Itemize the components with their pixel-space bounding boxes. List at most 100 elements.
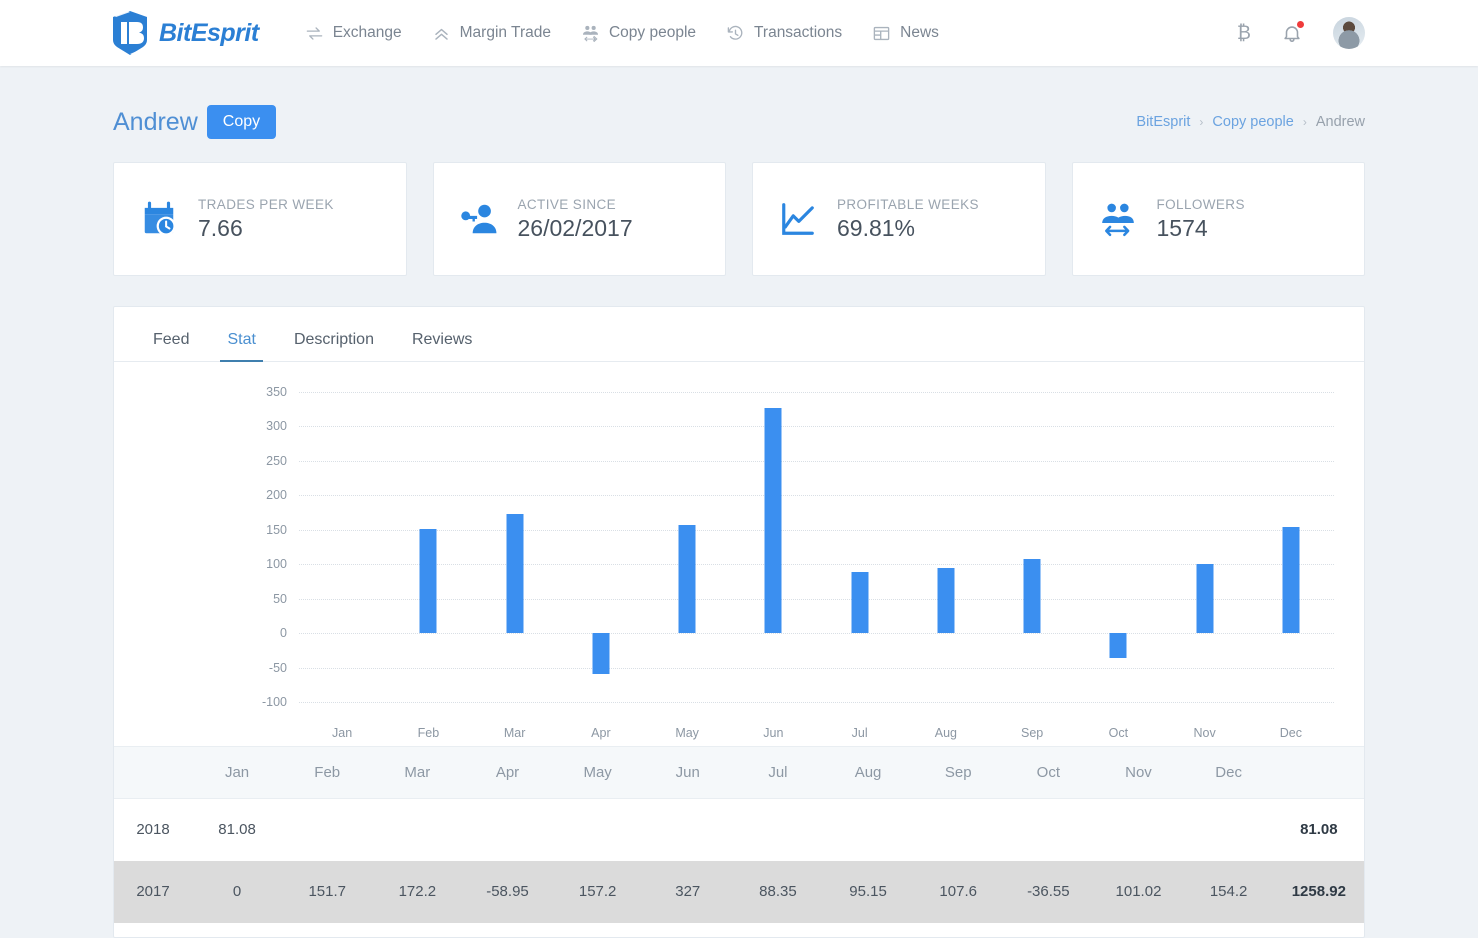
table-header-cell: Apr	[462, 746, 553, 799]
chart-gridline	[299, 633, 1334, 635]
copy-button[interactable]: Copy	[206, 105, 277, 139]
table-header-cell: Feb	[282, 746, 373, 799]
chart-bar[interactable]	[1282, 526, 1300, 634]
copy-people-icon	[582, 25, 598, 42]
chart-y-axis-tick: 350	[266, 385, 287, 399]
table-header-cell: Jan	[192, 746, 283, 799]
followers-icon	[1101, 203, 1134, 237]
stat-card-trades-per-week: TRADES PER WEEK 7.66	[113, 162, 407, 276]
nav-item-transactions[interactable]: Transactions	[726, 24, 842, 43]
avatar[interactable]	[1333, 17, 1365, 49]
nav-item-label: Transactions	[754, 24, 843, 41]
page-title: Andrew	[113, 107, 198, 136]
table-cell: -58.95	[462, 860, 553, 923]
chart-y-axis-tick: 0	[280, 626, 287, 641]
tab-feed[interactable]: Feed	[134, 332, 208, 361]
table-cell: 157.2	[552, 860, 643, 923]
nav-item-label: News	[900, 24, 939, 41]
chart-y-axis-tick: -100	[261, 695, 287, 709]
stat-card-value: 26/02/2017	[517, 214, 633, 241]
tab-stat[interactable]: Stat	[208, 332, 274, 362]
stats-panel: Feed Stat Description Reviews 350 300 250 2…	[113, 306, 1365, 938]
breadcrumb-item-copy-people[interactable]: Copy people	[1212, 114, 1293, 130]
chart-gridline	[299, 426, 1334, 428]
chart-x-axis-tick: May	[675, 726, 699, 740]
calendar-clock-icon	[144, 201, 176, 236]
table-header-cell: Sep	[913, 746, 1004, 799]
table-header-cell: Nov	[1093, 746, 1184, 799]
tab-reviews[interactable]: Reviews	[393, 332, 491, 361]
table-header-cell-total	[1273, 746, 1364, 799]
exchange-arrows-icon	[306, 26, 322, 40]
chart-gridline	[299, 495, 1334, 497]
notification-badge-dot	[1296, 20, 1305, 29]
profile-header: Andrew Copy BitEsprit › Copy people › An…	[113, 94, 1365, 150]
breadcrumb-item-bitesprit[interactable]: BitEsprit	[1136, 114, 1190, 130]
monthly-results-table: Jan Feb Mar Apr May Jun Jul Aug Sep Oct …	[114, 746, 1364, 923]
table-cell: 172.2	[372, 860, 463, 923]
nav-item-copy-people[interactable]: Copy people	[581, 24, 696, 43]
chart-bar[interactable]	[764, 407, 782, 634]
table-cell: -36.55	[1003, 860, 1094, 923]
stat-card-profitable-weeks: PROFITABLE WEEKS 69.81%	[752, 162, 1046, 276]
tab-description[interactable]: Description	[275, 332, 393, 361]
chart-bar[interactable]	[937, 567, 955, 634]
double-chevron-up-icon	[434, 28, 448, 40]
chart-x-axis-tick: Feb	[417, 726, 440, 740]
table-cell: 95.15	[822, 860, 914, 923]
chart-gridline	[299, 702, 1334, 703]
chart-bar[interactable]	[678, 524, 696, 634]
nav-item-news[interactable]: News	[872, 24, 939, 43]
table-cell	[1093, 799, 1183, 861]
table-cell: 327	[642, 860, 733, 923]
chart-bar[interactable]	[506, 514, 524, 634]
stat-card-value: 7.66	[198, 214, 243, 241]
table-cell	[913, 799, 1003, 861]
bitcoin-icon[interactable]: ₿	[1237, 24, 1251, 43]
chart-x-axis-tick: Dec	[1279, 726, 1302, 740]
chart-x-axis-tick: Sep	[1021, 726, 1044, 740]
stat-card-label: TRADES PER WEEK	[198, 196, 334, 212]
chart-bar[interactable]	[419, 528, 437, 634]
breadcrumb-item-current: Andrew	[1315, 114, 1365, 130]
table-row: 2017 0 151.7 172.2 -58.95 157.2 327 88.35 95.15 1…	[114, 860, 1364, 923]
table-cell	[643, 799, 733, 861]
brand-logo[interactable]: BitEsprit	[110, 10, 259, 56]
table-header-cell: Dec	[1183, 746, 1274, 799]
table-cell	[553, 799, 643, 861]
table-cell	[372, 799, 462, 861]
table-cell	[1184, 799, 1274, 861]
chart-x-axis-tick: Mar	[503, 726, 526, 740]
stat-card-value: 1574	[1156, 214, 1208, 241]
chart-bar[interactable]	[1196, 563, 1214, 634]
table-cell	[733, 799, 823, 861]
chart-bar[interactable]	[851, 572, 869, 634]
nav-item-label: Exchange	[332, 24, 402, 41]
notifications-button[interactable]	[1281, 20, 1305, 44]
table-cell-total: 1258.92	[1273, 860, 1364, 923]
chart-x-axis-tick: Jun	[763, 726, 784, 740]
stat-card-label: FOLLOWERS	[1156, 196, 1245, 212]
table-cell-total: 81.08	[1300, 821, 1338, 839]
history-clock-icon	[727, 25, 743, 40]
breadcrumb-separator: ›	[1199, 115, 1204, 129]
table-cell	[1003, 799, 1093, 861]
chart-plot-area: 350 300 250 200 150 100 50 0 -50 -100 Jan Feb Mar Apr…	[262, 385, 1334, 740]
nav-item-exchange[interactable]: Exchange	[305, 24, 402, 43]
top-navigation-bar: BitEsprit Exchange Margin Trade Copy peo…	[0, 0, 1478, 66]
chart-gridline	[299, 564, 1334, 566]
bitesprit-logo-icon	[112, 10, 148, 55]
stat-cards: TRADES PER WEEK 7.66 ACTIVE SINCE 26/02/…	[113, 162, 1365, 276]
chart-bar[interactable]	[592, 633, 610, 674]
chart-bar[interactable]	[1109, 633, 1127, 659]
breadcrumb-separator: ›	[1302, 115, 1307, 129]
chart-y-axis-tick: 50	[273, 591, 287, 606]
chart-bar[interactable]	[1023, 558, 1041, 634]
chart-x-axis-tick: Nov	[1193, 726, 1216, 740]
nav-item-margin-trade[interactable]: Margin Trade	[432, 24, 551, 43]
news-grid-icon	[873, 26, 890, 40]
chart-gridline	[299, 667, 1334, 669]
chart-x-axis-tick: Oct	[1108, 726, 1129, 740]
table-cell	[462, 799, 552, 861]
tab-bar: Feed Stat Description Reviews	[114, 307, 1364, 362]
